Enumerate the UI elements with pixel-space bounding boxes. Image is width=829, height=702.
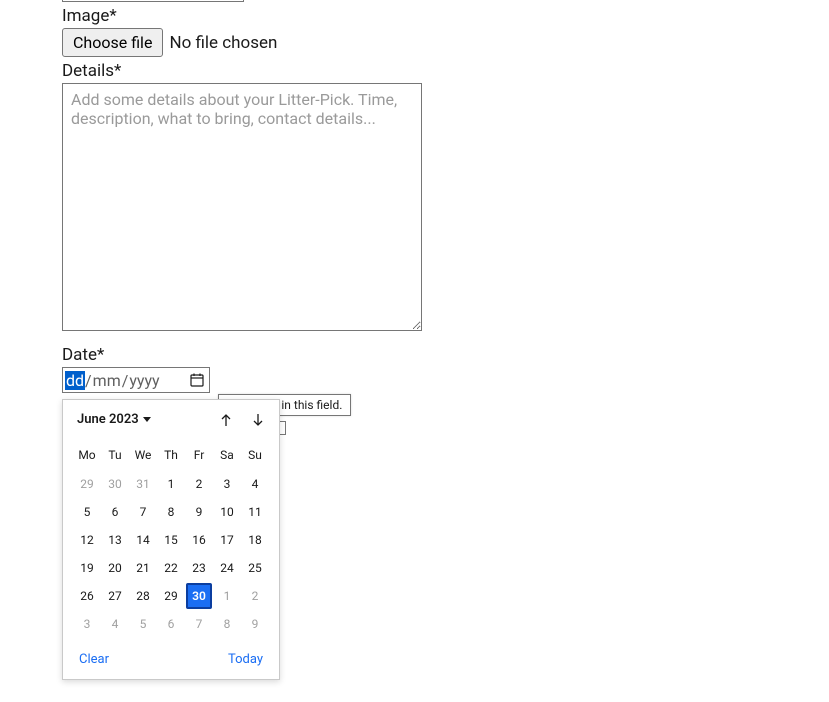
calendar-day[interactable]: 23 [186,555,212,581]
calendar-day[interactable]: 3 [214,471,240,497]
details-label: Details* [62,61,829,81]
calendar-day[interactable]: 3 [74,611,100,637]
calendar-day[interactable]: 2 [242,583,268,609]
calendar-day[interactable]: 11 [242,499,268,525]
calendar-day[interactable]: 7 [186,611,212,637]
chevron-down-icon [143,417,151,422]
calendar-day[interactable]: 9 [242,611,268,637]
calendar-day[interactable]: 1 [214,583,240,609]
calendar-day[interactable]: 25 [242,555,268,581]
calendar-dow-header: Su [241,445,269,470]
calendar-day[interactable]: 29 [158,583,184,609]
calendar-today-button[interactable]: Today [228,652,263,667]
date-label: Date* [62,345,829,365]
date-separator: / [122,371,129,390]
choose-file-button[interactable]: Choose file [62,28,163,57]
file-chosen-status: No file chosen [169,33,277,53]
calendar-day[interactable]: 31 [130,471,156,497]
calendar-dow-header: Fr [185,445,213,470]
calendar-day[interactable]: 20 [102,555,128,581]
calendar-month-label: June 2023 [77,412,139,427]
calendar-dow-header: Tu [101,445,129,470]
calendar-day[interactable]: 5 [130,611,156,637]
calendar-grid: MoTuWeThFrSaSu29303112345678910111213141… [73,445,269,638]
calendar-dow-header: Sa [213,445,241,470]
calendar-day[interactable]: 21 [130,555,156,581]
calendar-dow-header: Th [157,445,185,470]
calendar-day[interactable]: 8 [158,499,184,525]
calendar-dow-header: We [129,445,157,470]
calendar-day[interactable]: 26 [74,583,100,609]
calendar-day[interactable]: 4 [242,471,268,497]
calendar-day[interactable]: 6 [158,611,184,637]
calendar-day[interactable]: 2 [186,471,212,497]
calendar-day[interactable]: 15 [158,527,184,553]
calendar-day[interactable]: 30 [186,583,212,609]
calendar-icon[interactable] [189,372,205,388]
calendar-month-picker[interactable]: June 2023 [77,412,151,427]
calendar-day[interactable]: 27 [102,583,128,609]
date-month-segment[interactable]: mm [92,371,122,390]
date-input[interactable]: dd / mm / yyyy [62,367,210,393]
calendar-day[interactable]: 17 [214,527,240,553]
calendar-day[interactable]: 1 [158,471,184,497]
calendar-day[interactable]: 8 [214,611,240,637]
calendar-day[interactable]: 18 [242,527,268,553]
previous-field-bottom [62,0,244,2]
image-label: Image* [62,6,829,26]
calendar-day[interactable]: 19 [74,555,100,581]
details-textarea[interactable] [62,83,422,331]
calendar-day[interactable]: 30 [102,471,128,497]
calendar-day[interactable]: 6 [102,499,128,525]
calendar-day[interactable]: 4 [102,611,128,637]
calendar-day[interactable]: 7 [130,499,156,525]
calendar-day[interactable]: 29 [74,471,100,497]
calendar-prev-month[interactable] [219,413,233,427]
calendar-day[interactable]: 9 [186,499,212,525]
calendar-clear-button[interactable]: Clear [79,652,109,667]
calendar-day[interactable]: 12 [74,527,100,553]
date-day-segment[interactable]: dd [65,371,85,390]
calendar-day[interactable]: 22 [158,555,184,581]
date-year-segment[interactable]: yyyy [128,371,160,390]
calendar-day[interactable]: 28 [130,583,156,609]
calendar-next-month[interactable] [251,413,265,427]
calendar-day[interactable]: 16 [186,527,212,553]
date-separator: / [85,371,92,390]
calendar-day[interactable]: 10 [214,499,240,525]
calendar-dow-header: Mo [73,445,101,470]
calendar-day[interactable]: 5 [74,499,100,525]
calendar-day[interactable]: 13 [102,527,128,553]
calendar-day[interactable]: 24 [214,555,240,581]
calendar-day[interactable]: 14 [130,527,156,553]
calendar-popup: June 2023 MoTuWeThFrSaSu2930 [62,399,280,680]
